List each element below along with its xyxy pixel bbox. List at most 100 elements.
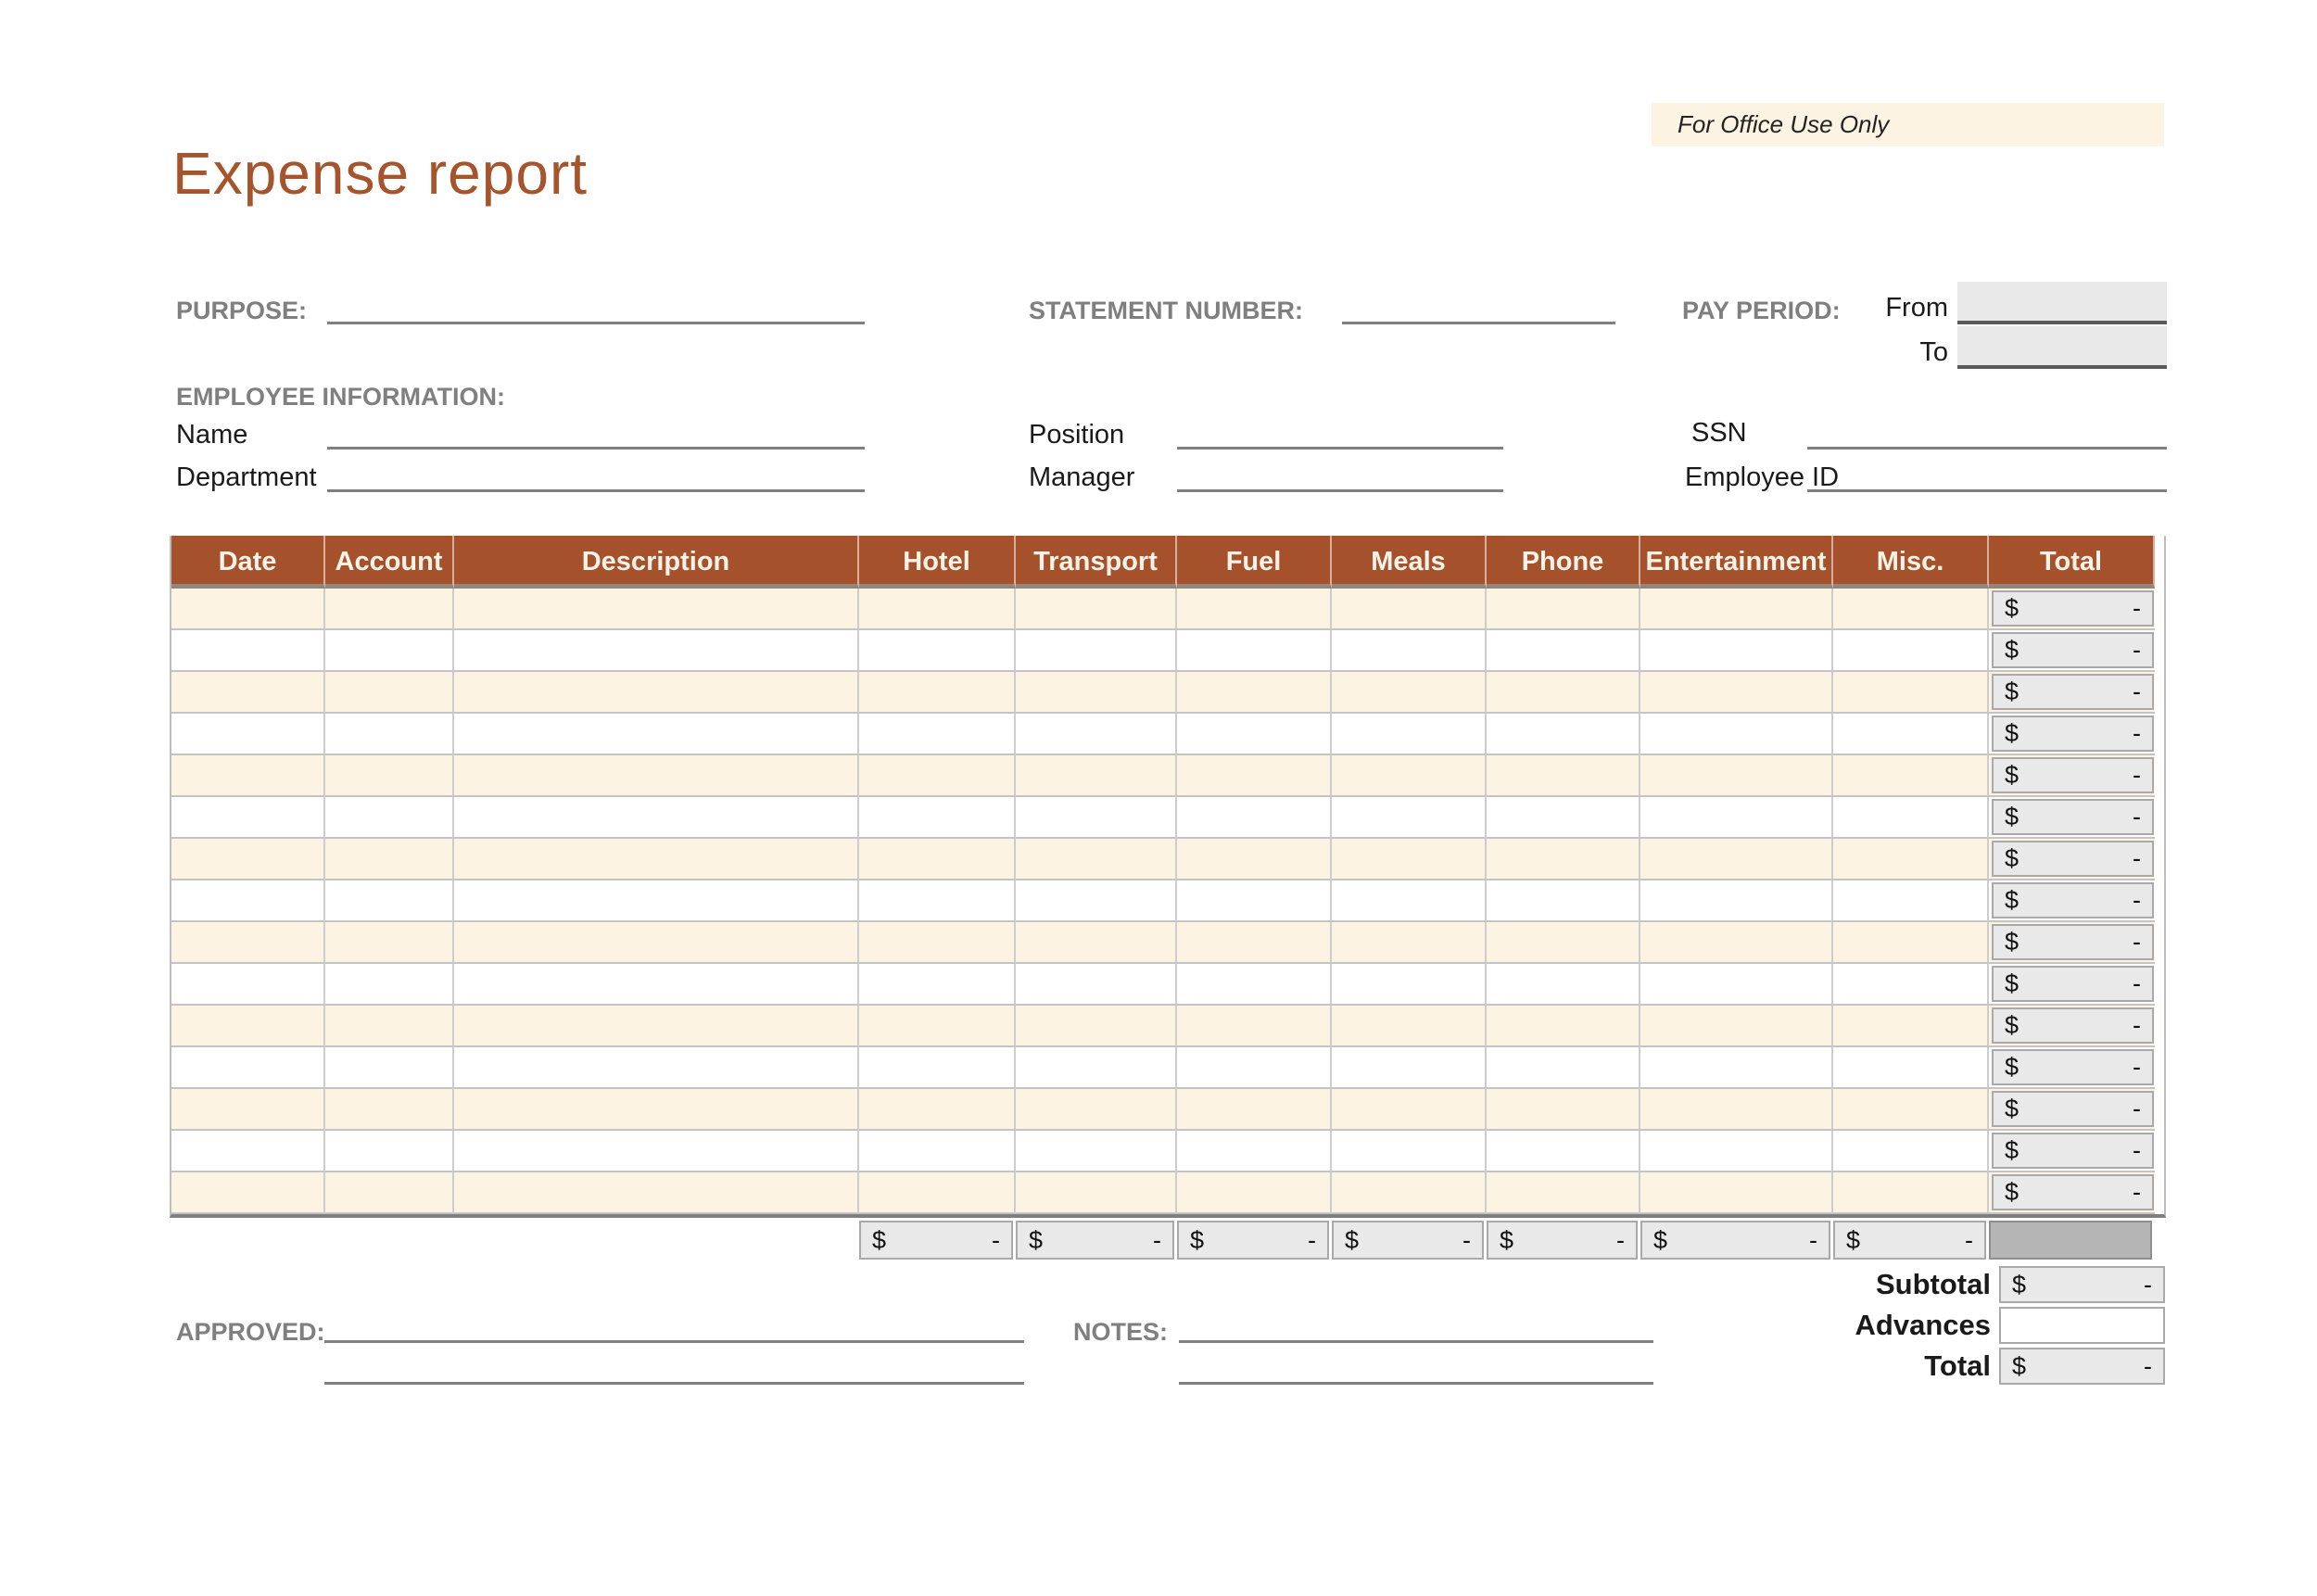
cell-transport-row-9[interactable] xyxy=(1016,922,1177,964)
cell-account-row-13[interactable] xyxy=(325,1089,454,1131)
cell-description-row-3[interactable] xyxy=(454,672,859,714)
cell-hotel-row-8[interactable] xyxy=(859,880,1016,922)
cell-phone-row-6[interactable] xyxy=(1487,797,1640,839)
approved-signature-line-2[interactable] xyxy=(324,1382,1024,1385)
cell-description-row-2[interactable] xyxy=(454,630,859,672)
cell-phone-row-14[interactable] xyxy=(1487,1131,1640,1172)
cell-description-row-11[interactable] xyxy=(454,1006,859,1047)
cell-transport-row-8[interactable] xyxy=(1016,880,1177,922)
cell-hotel-row-5[interactable] xyxy=(859,755,1016,797)
cell-misc-row-11[interactable] xyxy=(1833,1006,1989,1047)
cell-misc-row-2[interactable] xyxy=(1833,630,1989,672)
cell-meals-row-8[interactable] xyxy=(1332,880,1487,922)
cell-meals-row-14[interactable] xyxy=(1332,1131,1487,1172)
cell-phone-row-15[interactable] xyxy=(1487,1172,1640,1214)
cell-transport-row-6[interactable] xyxy=(1016,797,1177,839)
cell-entertainment-row-5[interactable] xyxy=(1640,755,1833,797)
cell-misc-row-7[interactable] xyxy=(1833,839,1989,880)
cell-hotel-row-11[interactable] xyxy=(859,1006,1016,1047)
cell-meals-row-6[interactable] xyxy=(1332,797,1487,839)
cell-description-row-7[interactable] xyxy=(454,839,859,880)
cell-transport-row-15[interactable] xyxy=(1016,1172,1177,1214)
cell-meals-row-15[interactable] xyxy=(1332,1172,1487,1214)
cell-phone-row-13[interactable] xyxy=(1487,1089,1640,1131)
cell-misc-row-6[interactable] xyxy=(1833,797,1989,839)
cell-hotel-row-14[interactable] xyxy=(859,1131,1016,1172)
cell-account-row-5[interactable] xyxy=(325,755,454,797)
department-input-line[interactable] xyxy=(327,489,865,492)
cell-fuel-row-14[interactable] xyxy=(1177,1131,1332,1172)
cell-date-row-11[interactable] xyxy=(171,1006,325,1047)
cell-meals-row-3[interactable] xyxy=(1332,672,1487,714)
cell-meals-row-13[interactable] xyxy=(1332,1089,1487,1131)
cell-date-row-2[interactable] xyxy=(171,630,325,672)
cell-date-row-10[interactable] xyxy=(171,964,325,1006)
pay-period-from-input[interactable] xyxy=(1957,282,2167,324)
cell-fuel-row-10[interactable] xyxy=(1177,964,1332,1006)
cell-hotel-row-2[interactable] xyxy=(859,630,1016,672)
cell-account-row-4[interactable] xyxy=(325,714,454,755)
cell-description-row-5[interactable] xyxy=(454,755,859,797)
cell-entertainment-row-14[interactable] xyxy=(1640,1131,1833,1172)
cell-hotel-row-3[interactable] xyxy=(859,672,1016,714)
cell-entertainment-row-12[interactable] xyxy=(1640,1047,1833,1089)
cell-transport-row-1[interactable] xyxy=(1016,589,1177,630)
cell-description-row-4[interactable] xyxy=(454,714,859,755)
cell-hotel-row-13[interactable] xyxy=(859,1089,1016,1131)
cell-account-row-11[interactable] xyxy=(325,1006,454,1047)
advances-input[interactable] xyxy=(1999,1307,2165,1344)
cell-description-row-10[interactable] xyxy=(454,964,859,1006)
cell-phone-row-3[interactable] xyxy=(1487,672,1640,714)
cell-description-row-12[interactable] xyxy=(454,1047,859,1089)
cell-account-row-12[interactable] xyxy=(325,1047,454,1089)
cell-meals-row-7[interactable] xyxy=(1332,839,1487,880)
cell-misc-row-4[interactable] xyxy=(1833,714,1989,755)
cell-account-row-3[interactable] xyxy=(325,672,454,714)
cell-date-row-9[interactable] xyxy=(171,922,325,964)
cell-fuel-row-6[interactable] xyxy=(1177,797,1332,839)
cell-meals-row-12[interactable] xyxy=(1332,1047,1487,1089)
cell-date-row-15[interactable] xyxy=(171,1172,325,1214)
cell-misc-row-13[interactable] xyxy=(1833,1089,1989,1131)
cell-phone-row-2[interactable] xyxy=(1487,630,1640,672)
cell-phone-row-10[interactable] xyxy=(1487,964,1640,1006)
cell-misc-row-9[interactable] xyxy=(1833,922,1989,964)
cell-entertainment-row-10[interactable] xyxy=(1640,964,1833,1006)
cell-transport-row-14[interactable] xyxy=(1016,1131,1177,1172)
cell-fuel-row-8[interactable] xyxy=(1177,880,1332,922)
cell-meals-row-11[interactable] xyxy=(1332,1006,1487,1047)
cell-fuel-row-5[interactable] xyxy=(1177,755,1332,797)
cell-date-row-4[interactable] xyxy=(171,714,325,755)
cell-phone-row-11[interactable] xyxy=(1487,1006,1640,1047)
cell-entertainment-row-8[interactable] xyxy=(1640,880,1833,922)
pay-period-to-input[interactable] xyxy=(1957,326,2167,369)
cell-entertainment-row-2[interactable] xyxy=(1640,630,1833,672)
cell-transport-row-10[interactable] xyxy=(1016,964,1177,1006)
cell-transport-row-4[interactable] xyxy=(1016,714,1177,755)
cell-transport-row-2[interactable] xyxy=(1016,630,1177,672)
cell-date-row-5[interactable] xyxy=(171,755,325,797)
cell-hotel-row-15[interactable] xyxy=(859,1172,1016,1214)
cell-entertainment-row-15[interactable] xyxy=(1640,1172,1833,1214)
cell-misc-row-1[interactable] xyxy=(1833,589,1989,630)
cell-account-row-1[interactable] xyxy=(325,589,454,630)
manager-input-line[interactable] xyxy=(1177,489,1503,492)
cell-hotel-row-4[interactable] xyxy=(859,714,1016,755)
position-input-line[interactable] xyxy=(1177,447,1503,450)
cell-description-row-9[interactable] xyxy=(454,922,859,964)
cell-entertainment-row-6[interactable] xyxy=(1640,797,1833,839)
notes-line-2[interactable] xyxy=(1179,1382,1653,1385)
cell-description-row-8[interactable] xyxy=(454,880,859,922)
cell-fuel-row-12[interactable] xyxy=(1177,1047,1332,1089)
cell-transport-row-12[interactable] xyxy=(1016,1047,1177,1089)
cell-meals-row-10[interactable] xyxy=(1332,964,1487,1006)
cell-meals-row-4[interactable] xyxy=(1332,714,1487,755)
cell-entertainment-row-3[interactable] xyxy=(1640,672,1833,714)
cell-hotel-row-6[interactable] xyxy=(859,797,1016,839)
cell-entertainment-row-4[interactable] xyxy=(1640,714,1833,755)
cell-account-row-15[interactable] xyxy=(325,1172,454,1214)
cell-phone-row-4[interactable] xyxy=(1487,714,1640,755)
cell-meals-row-5[interactable] xyxy=(1332,755,1487,797)
ssn-input-line[interactable] xyxy=(1807,447,2167,450)
cell-fuel-row-3[interactable] xyxy=(1177,672,1332,714)
